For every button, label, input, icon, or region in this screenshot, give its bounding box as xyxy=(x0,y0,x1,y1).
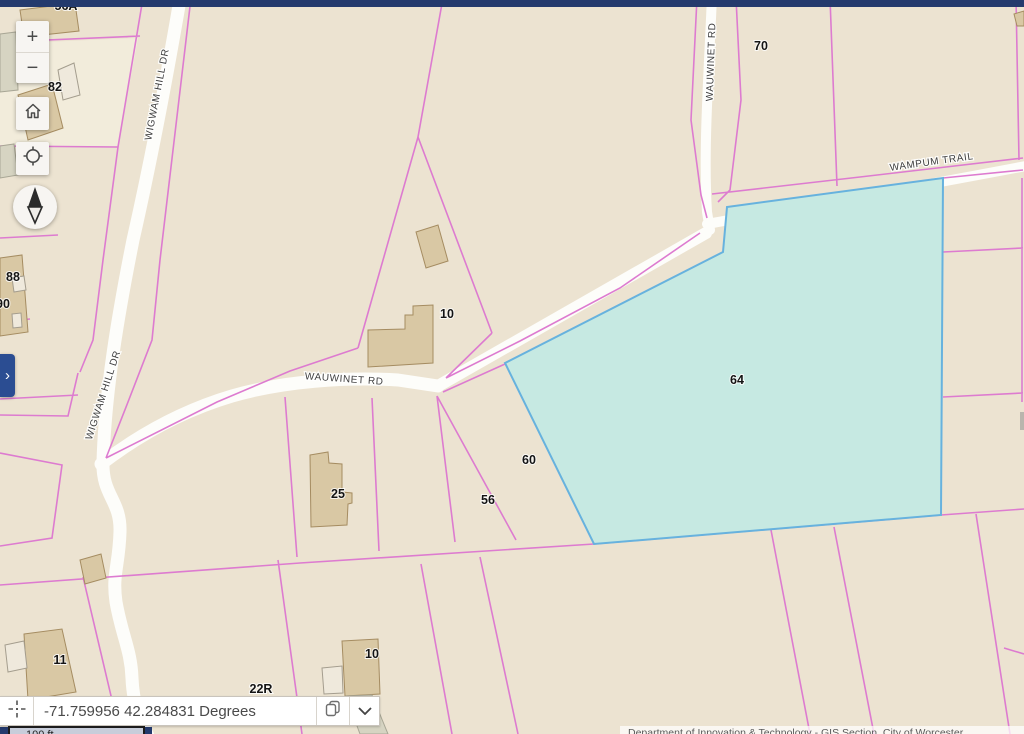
home-icon xyxy=(23,101,43,126)
chevron-down-icon xyxy=(357,702,372,720)
locate-panel xyxy=(16,142,49,175)
building xyxy=(321,665,344,695)
parcel-label: 64 xyxy=(730,373,744,387)
parcel-label: 60 xyxy=(522,453,536,467)
scale-bar: 100 ft xyxy=(8,726,145,734)
copy-icon xyxy=(325,700,341,722)
parcel-label: 82 xyxy=(48,80,62,94)
locate-button[interactable] xyxy=(16,142,49,175)
building xyxy=(1013,10,1024,27)
selected-parcel-64[interactable] xyxy=(503,176,945,546)
map-edge-artifact xyxy=(1020,412,1024,430)
building xyxy=(4,640,28,673)
compass-button[interactable] xyxy=(13,185,57,229)
building xyxy=(415,224,449,269)
parcel-label: 11 xyxy=(53,653,66,667)
coordinate-value: -71.759956 42.284831 Degrees xyxy=(44,702,256,720)
zoom-out-button[interactable]: − xyxy=(16,52,49,83)
home-button[interactable] xyxy=(16,97,49,130)
parcel-label: 88 xyxy=(6,270,20,284)
building-10-north xyxy=(367,304,434,368)
coordinate-widget: -71.759956 42.284831 Degrees xyxy=(0,696,380,726)
building xyxy=(79,553,107,585)
copy-coordinates-button[interactable] xyxy=(316,697,349,725)
compass-north-icon xyxy=(20,185,50,230)
parcel-label: 22R xyxy=(250,682,273,696)
parcel-label: 10 xyxy=(365,647,379,661)
parcel-label: 70 xyxy=(754,39,768,53)
top-browser-bar xyxy=(0,0,1024,7)
building xyxy=(11,312,23,329)
map-canvas[interactable]: WIGWAM HILL DRWIGWAM HILL DRWAUWINET RDW… xyxy=(0,0,1024,734)
zoom-in-button[interactable]: + xyxy=(16,21,49,52)
map-application: WIGWAM HILL DR WIGWAM HILL DR WAUWINET RD W… xyxy=(0,0,1024,734)
road-label: WAUWINET RD xyxy=(705,22,719,101)
parcel-label: 25 xyxy=(331,487,345,501)
scale-bar-label: 100 ft xyxy=(26,729,54,734)
parcel-label: 90 xyxy=(0,297,10,311)
road-label: WAMPUM TRAIL xyxy=(889,151,974,174)
coordinate-format-dropdown[interactable] xyxy=(349,697,379,725)
building-11 xyxy=(23,628,77,701)
chevron-right-icon: › xyxy=(5,367,10,384)
attribution-bar: Department of Innovation & Technology - … xyxy=(620,726,1024,734)
zoom-panel: + − xyxy=(16,21,49,83)
parcel-label: 56 xyxy=(481,493,495,507)
coordinate-tracking-button[interactable] xyxy=(0,697,34,725)
crosshair-tracking-icon xyxy=(7,699,27,724)
parcel-label: 10 xyxy=(440,307,454,321)
road-wauwinet-rd-west xyxy=(94,372,445,471)
locate-icon xyxy=(23,146,43,171)
attribution-text: Department of Innovation & Technology - … xyxy=(628,727,964,734)
sidebar-expand-button[interactable]: › xyxy=(0,354,15,397)
home-panel xyxy=(16,97,49,130)
